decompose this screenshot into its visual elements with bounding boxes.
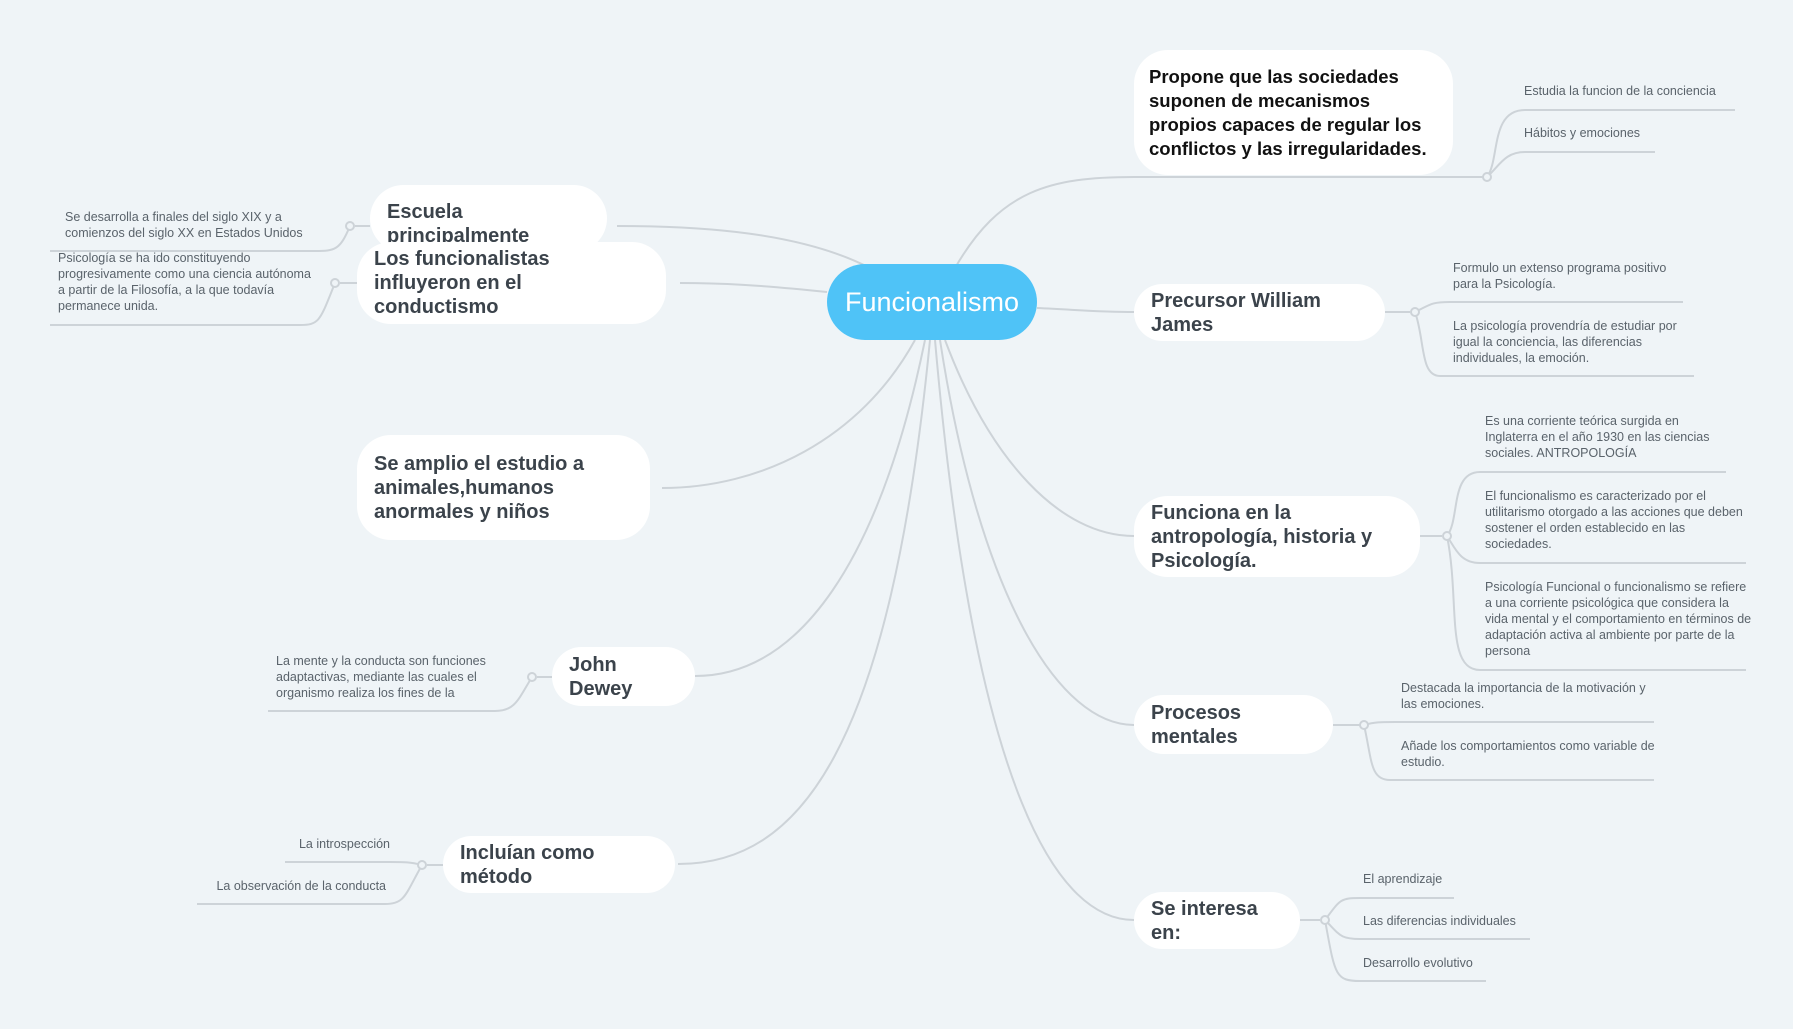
leaf-procesos-1[interactable]: Destacada la importancia de la motivació… bbox=[1401, 680, 1661, 712]
node-precursor[interactable]: Precursor William James bbox=[1134, 284, 1385, 341]
node-interesa[interactable]: Se interesa en: bbox=[1134, 892, 1300, 949]
connector-dot-dewey[interactable] bbox=[527, 672, 537, 682]
leaf-funciona-1[interactable]: Es una corriente teórica surgida en Ingl… bbox=[1485, 413, 1735, 461]
leaf-interesa-3[interactable]: Desarrollo evolutivo bbox=[1363, 955, 1563, 971]
node-conductismo-label: Los funcionalistas influyeron en el cond… bbox=[374, 248, 550, 318]
leaf-metodo-2[interactable]: La observación de la conducta bbox=[200, 878, 386, 894]
node-propone[interactable]: Propone que las sociedades suponen de me… bbox=[1134, 50, 1453, 175]
node-precursor-label: Precursor William James bbox=[1151, 289, 1321, 336]
connector-dot-funciona[interactable] bbox=[1442, 531, 1452, 541]
node-propone-label: Propone que las sociedades suponen de me… bbox=[1149, 65, 1427, 159]
node-dewey[interactable]: John Dewey bbox=[552, 647, 695, 706]
link-root-dewey bbox=[694, 339, 926, 677]
node-interesa-label: Se interesa en: bbox=[1151, 897, 1258, 944]
node-dewey-label: John Dewey bbox=[569, 653, 633, 700]
leaf-funciona-3[interactable]: Psicología Funcional o funcionalismo se … bbox=[1485, 579, 1753, 659]
connector-dot-conductismo[interactable] bbox=[330, 278, 340, 288]
node-conductismo[interactable]: Los funcionalistas influyeron en el cond… bbox=[357, 242, 666, 324]
connector-dot-precursor[interactable] bbox=[1410, 307, 1420, 317]
link-root-conductismo bbox=[679, 282, 828, 293]
leaf-propone-1[interactable]: Estudia la funcion de la conciencia bbox=[1524, 83, 1754, 99]
leaf-propone-2[interactable]: Hábitos y emociones bbox=[1524, 125, 1724, 141]
node-funciona-label: Funciona en la antropología, historia y … bbox=[1151, 501, 1373, 572]
node-amplio[interactable]: Se amplio el estudio a animales,humanos … bbox=[357, 435, 650, 540]
leaf-interesa-1[interactable]: El aprendizaje bbox=[1363, 871, 1563, 887]
connector-dot-interesa[interactable] bbox=[1320, 915, 1330, 925]
connector-dot-metodo[interactable] bbox=[417, 860, 427, 870]
link-root-amplio bbox=[661, 339, 916, 489]
leaf-metodo-1[interactable]: La introspección bbox=[290, 836, 390, 852]
node-funciona[interactable]: Funciona en la antropología, historia y … bbox=[1134, 496, 1420, 577]
leaf-interesa-2[interactable]: Las diferencias individuales bbox=[1363, 913, 1563, 929]
leaf-precursor-1[interactable]: Formulo un extenso programa positivo par… bbox=[1453, 260, 1693, 292]
link-root-interesa bbox=[934, 339, 1135, 921]
link-root-metodo bbox=[677, 339, 931, 865]
leaf-escuela-1[interactable]: Se desarrolla a finales del siglo XIX y … bbox=[65, 209, 325, 241]
node-metodo-label: Incluían como método bbox=[460, 841, 595, 888]
leaf-procesos-2[interactable]: Añade los comportamientos como variable … bbox=[1401, 738, 1661, 770]
node-metodo[interactable]: Incluían como método bbox=[443, 836, 675, 893]
connector-dot-propone[interactable] bbox=[1482, 172, 1492, 182]
leaf-conductismo-1[interactable]: Psicología se ha ido constituyendo progr… bbox=[58, 250, 313, 314]
root-node[interactable]: Funcionalismo bbox=[827, 264, 1037, 340]
link-root-precursor bbox=[1036, 307, 1135, 313]
leaf-precursor-2[interactable]: La psicología provendría de estudiar por… bbox=[1453, 318, 1693, 366]
leaf-dewey-1[interactable]: La mente y la conducta son funciones ada… bbox=[276, 653, 521, 701]
node-procesos[interactable]: Procesos mentales bbox=[1134, 695, 1333, 754]
node-amplio-label: Se amplio el estudio a animales,humanos … bbox=[374, 452, 585, 523]
root-label: Funcionalismo bbox=[844, 286, 1020, 317]
link-root-funciona bbox=[944, 339, 1135, 537]
connector-dot-procesos[interactable] bbox=[1359, 720, 1369, 730]
connector-dot-escuela[interactable] bbox=[345, 221, 355, 231]
link-root-propone bbox=[954, 176, 1487, 269]
leaf-funciona-2[interactable]: El funcionalismo es caracterizado por el… bbox=[1485, 488, 1747, 552]
node-procesos-label: Procesos mentales bbox=[1151, 701, 1242, 748]
